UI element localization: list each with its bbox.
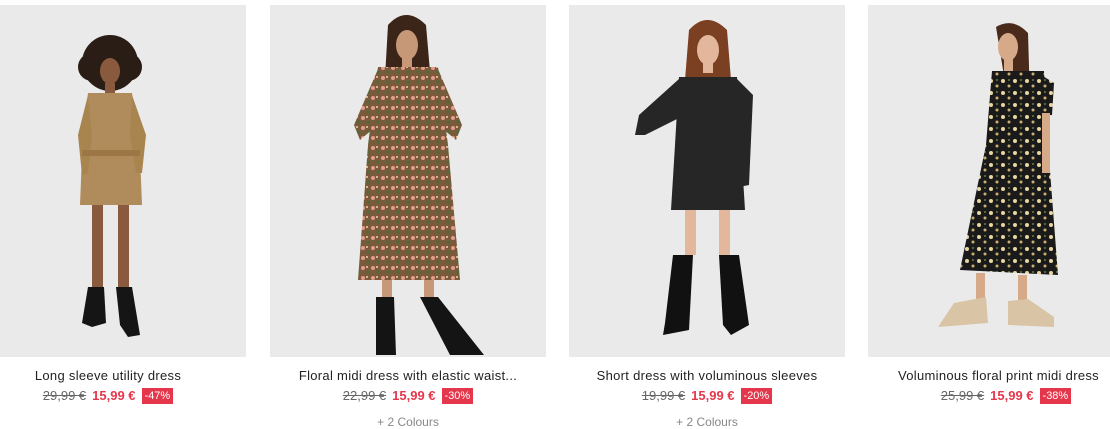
original-price: 19,99 € [641, 388, 686, 403]
original-price: 22,99 € [342, 388, 387, 403]
discount-badge: -20% [740, 388, 773, 404]
sale-price: 15,99 € [92, 388, 136, 403]
product-card[interactable]: Short dress with voluminous sleeves 19,9… [569, 5, 845, 429]
product-image-black-dress[interactable] [569, 5, 845, 357]
discount-badge: -38% [1039, 388, 1072, 404]
discount-badge: -47% [141, 388, 174, 404]
sale-price: 15,99 € [392, 388, 436, 403]
product-image-floral-dress[interactable] [270, 5, 546, 357]
product-image-black-floral-dress[interactable] [868, 5, 1110, 357]
discount-badge: -30% [441, 388, 474, 404]
product-price-row: 22,99 € 15,99 € -30% [270, 388, 546, 404]
original-price: 25,99 € [940, 388, 985, 403]
product-grid: Long sleeve utility dress 29,99 € 15,99 €… [0, 0, 1110, 429]
product-name[interactable]: Long sleeve utility dress [0, 368, 246, 383]
product-name[interactable]: Short dress with voluminous sleeves [569, 368, 845, 383]
product-price-row: 29,99 € 15,99 € -47% [0, 388, 246, 404]
product-card[interactable]: Long sleeve utility dress 29,99 € 15,99 €… [0, 5, 246, 427]
product-price-row: 19,99 € 15,99 € -20% [569, 388, 845, 404]
product-price-row: 25,99 € 15,99 € -38% [868, 388, 1110, 404]
product-name[interactable]: Floral midi dress with elastic waist... [270, 368, 546, 383]
product-image-khaki-dress[interactable] [0, 5, 246, 357]
original-price: 29,99 € [42, 388, 87, 403]
sale-price: 15,99 € [691, 388, 735, 403]
product-card[interactable]: Voluminous floral print midi dress 25,99… [868, 5, 1110, 427]
product-name[interactable]: Voluminous floral print midi dress [898, 368, 1110, 383]
sale-price: 15,99 € [990, 388, 1034, 403]
product-card[interactable]: Floral midi dress with elastic waist... … [270, 5, 546, 429]
